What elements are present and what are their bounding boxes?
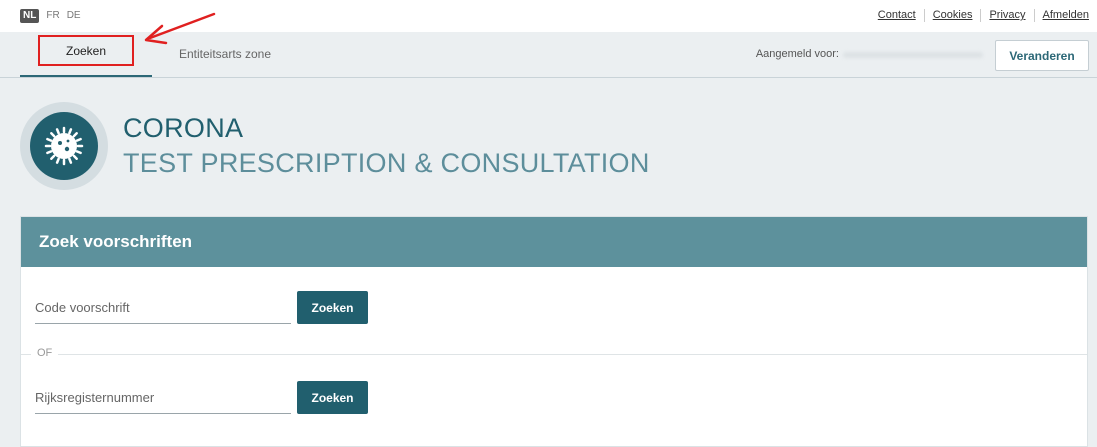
brand-subtitle: TEST PRESCRIPTION & CONSULTATION bbox=[123, 148, 650, 178]
search-panel: Zoek voorschriften Zoeken OF Zoeken bbox=[20, 216, 1088, 447]
code-input[interactable] bbox=[35, 291, 291, 324]
rijksregister-input[interactable] bbox=[35, 381, 291, 414]
virus-icon bbox=[44, 126, 84, 166]
panel-title: Zoek voorschriften bbox=[21, 217, 1087, 267]
language-nl[interactable]: NL bbox=[20, 9, 40, 23]
language-fr[interactable]: FR bbox=[46, 9, 59, 23]
annotation-arrow-icon bbox=[144, 12, 216, 45]
code-search-button[interactable]: Zoeken bbox=[297, 291, 368, 324]
tab-zoeken[interactable]: Zoeken bbox=[20, 32, 152, 77]
language-switcher: NL FR DE bbox=[20, 9, 88, 23]
logged-in-label: Aangemeld voor: bbox=[755, 48, 839, 60]
cookies-link[interactable]: Cookies bbox=[923, 9, 981, 22]
or-label: OF bbox=[31, 347, 59, 359]
language-de[interactable]: DE bbox=[67, 9, 81, 23]
rijks-search-button[interactable]: Zoeken bbox=[297, 381, 368, 414]
logged-in-value-blurred bbox=[843, 52, 983, 58]
brand-logo bbox=[20, 102, 108, 190]
logout-link[interactable]: Afmelden bbox=[1033, 9, 1089, 22]
change-button[interactable]: Veranderen bbox=[995, 40, 1089, 71]
code-search-row: Zoeken bbox=[35, 291, 368, 324]
contact-link[interactable]: Contact bbox=[870, 9, 924, 22]
rijks-search-row: Zoeken bbox=[35, 381, 368, 414]
privacy-link[interactable]: Privacy bbox=[980, 9, 1033, 22]
logo-circle bbox=[30, 112, 98, 180]
or-divider bbox=[21, 354, 1087, 355]
tab-zoeken-label: Zoeken bbox=[37, 35, 135, 66]
top-links: Contact Cookies Privacy Afmelden bbox=[870, 9, 1089, 22]
brand-title: CORONA bbox=[123, 113, 244, 143]
